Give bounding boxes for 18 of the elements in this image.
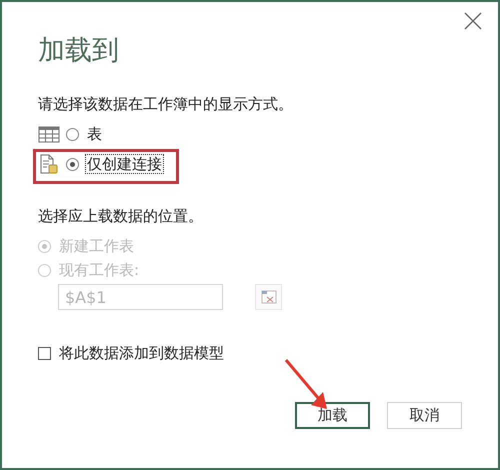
cancel-button[interactable]: 取消 [387,402,462,429]
prompt-text: 请选择该数据在工作簿中的显示方式。 [38,94,294,114]
range-picker-button[interactable] [255,284,282,310]
load-button[interactable]: 加载 [295,402,370,429]
prompt-text: 选择应上载数据的位置。 [38,206,204,226]
close-icon[interactable] [462,10,484,32]
radio-button[interactable] [66,158,79,170]
radio-button[interactable] [66,128,79,140]
checkbox[interactable] [38,347,51,360]
option-label: 新建工作表 [58,236,135,256]
checkbox-label: 将此数据添加到数据模型 [59,344,224,363]
cell-range-icon [260,290,276,304]
table-icon [38,124,60,144]
option-label: 仅创建连接 [85,154,164,174]
option-label: 现有工作表: [58,260,140,280]
option-label: 表 [86,124,103,144]
document-icon [38,154,60,174]
dialog-title: 加载到 [38,34,120,68]
